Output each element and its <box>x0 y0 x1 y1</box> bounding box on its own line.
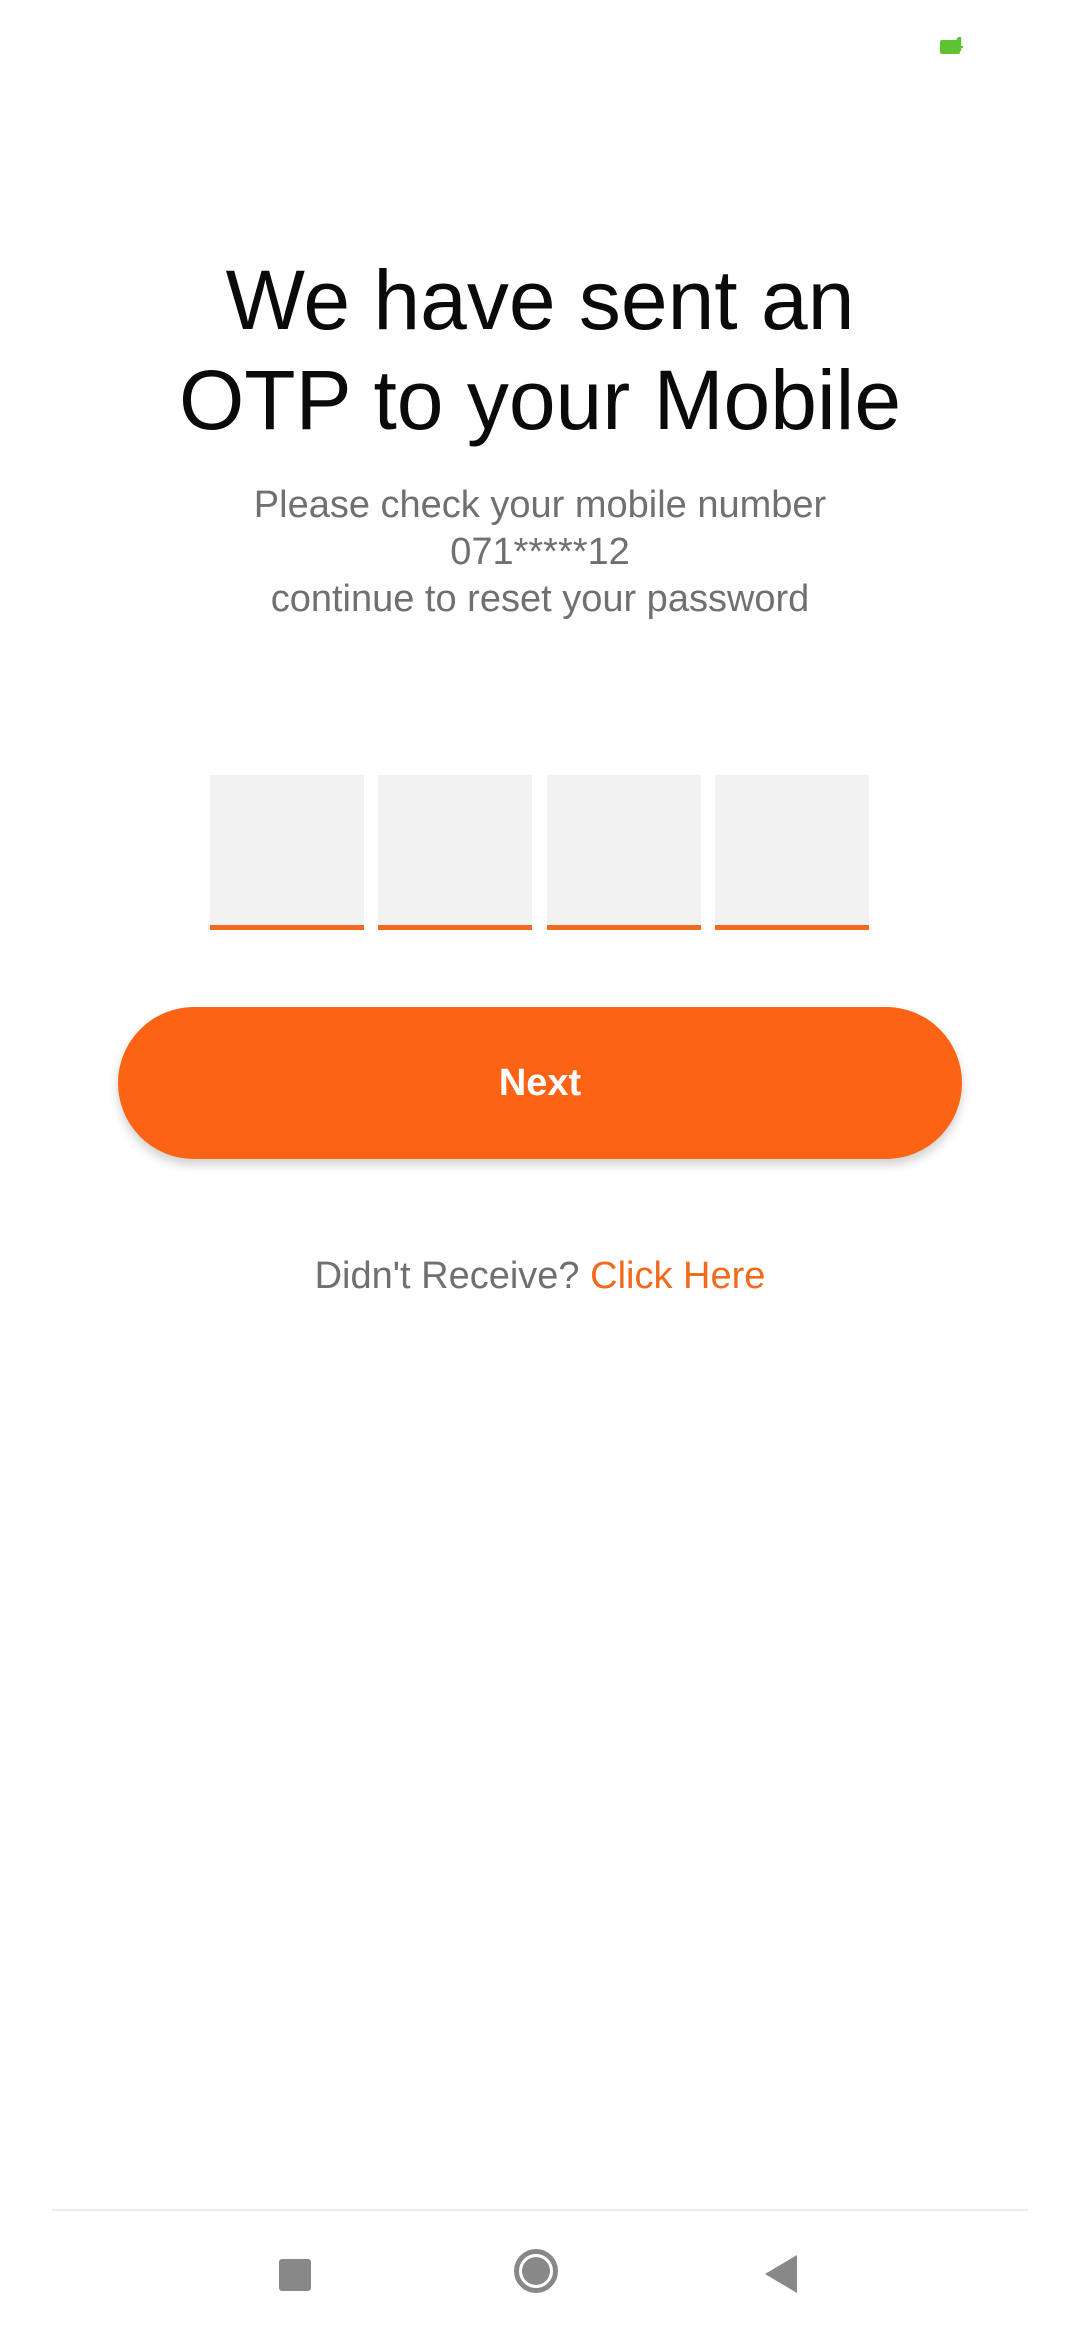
resend-otp-row: Didn't Receive? Click Here <box>0 1255 1080 1298</box>
page-title-line-1: We have sent an <box>225 253 855 347</box>
recent-apps-button[interactable] <box>236 2211 356 2340</box>
instructions-text: Please check your mobile number 071*****… <box>0 482 1080 623</box>
otp-digit-4-input[interactable] <box>715 775 869 930</box>
back-icon <box>765 2255 797 2293</box>
back-button[interactable] <box>721 2211 841 2340</box>
otp-digit-2-input[interactable] <box>378 775 532 930</box>
instructions-line-1: Please check your mobile number <box>253 484 827 526</box>
resend-prompt: Didn't Receive? <box>314 1255 580 1297</box>
system-navigation-bar <box>0 2211 1080 2340</box>
instructions-line-3: continue to reset your password <box>270 578 810 620</box>
recent-apps-icon <box>279 2259 311 2291</box>
next-button[interactable]: Next <box>118 1007 962 1159</box>
page-title: We have sent an OTP to your Mobile <box>0 250 1080 450</box>
resend-otp-link[interactable]: Click Here <box>590 1255 765 1297</box>
otp-digit-1-input[interactable] <box>210 775 364 930</box>
battery-level: 4 <box>952 34 964 56</box>
home-button[interactable] <box>480 2211 600 2340</box>
page-title-line-2: OTP to your Mobile <box>178 353 902 447</box>
status-bar: 4 <box>0 0 1080 90</box>
otp-digit-3-input[interactable] <box>547 775 701 930</box>
otp-verification-screen: 4 We have sent an OTP to your Mobile Ple… <box>0 0 1080 2340</box>
masked-mobile-number: 071*****12 <box>450 531 630 573</box>
home-icon-center <box>522 2257 550 2285</box>
otp-input-group <box>210 775 870 930</box>
